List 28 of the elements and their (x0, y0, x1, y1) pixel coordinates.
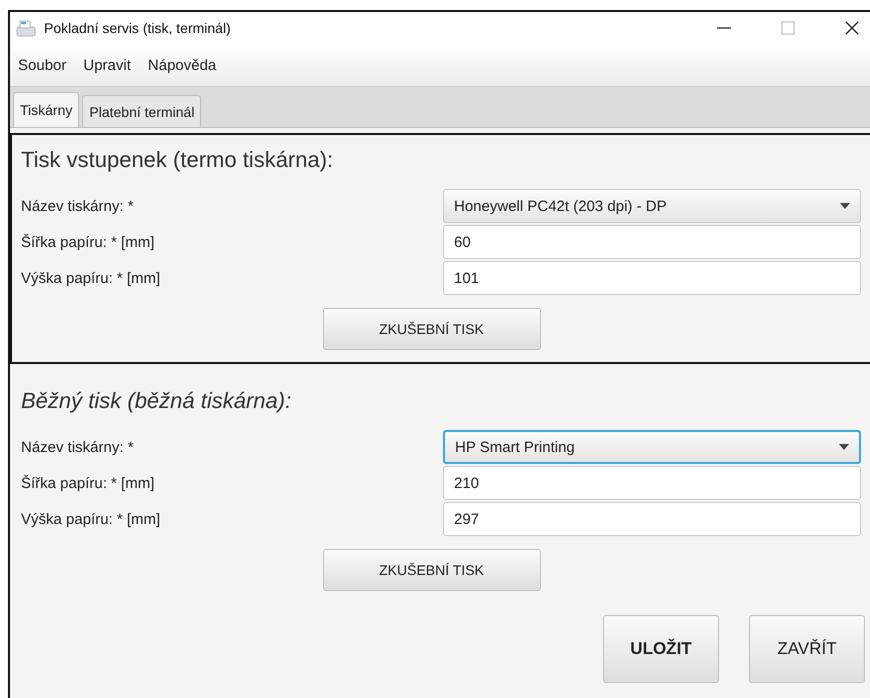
menu-item[interactable]: Upravit (83, 56, 131, 74)
printer-dropdown[interactable]: Honeywell PC42t (203 dpi) - DP (443, 189, 861, 223)
close-button[interactable]: ZAVŘÍT (749, 615, 865, 683)
input-field[interactable]: 60 (443, 225, 861, 259)
input-field[interactable]: 210 (443, 466, 861, 500)
dropdown-arrow-icon (839, 444, 849, 450)
test-print-button[interactable]: ZKUŠEBNÍ TISK (322, 308, 540, 350)
window-title: Pokladní servis (tisk, terminál) (44, 20, 231, 36)
field-label: Název tiskárny: * (21, 438, 135, 456)
input-field[interactable]: 101 (443, 261, 861, 295)
save-button[interactable]: ULOŽIT (603, 615, 719, 683)
tab[interactable]: Platební terminál (82, 95, 202, 127)
field-label: Šířka papíru: * [mm] (21, 234, 156, 250)
field-label: Výška papíru: * [mm] (21, 270, 162, 286)
printer-dropdown[interactable]: HP Smart Printing (443, 430, 861, 464)
tab[interactable]: Tiskárny (13, 92, 80, 127)
printer-icon (16, 19, 36, 37)
field-label: Název tiskárny: * (21, 198, 135, 214)
menu-item[interactable]: Nápověda (148, 56, 216, 74)
dropdown-arrow-icon (840, 203, 850, 209)
field-label: Šířka papíru: * [mm] (21, 474, 156, 492)
input-field[interactable]: 297 (443, 502, 861, 536)
field-label: Výška papíru: * [mm] (21, 510, 162, 528)
menu-item[interactable]: Soubor (18, 56, 66, 74)
section-title: Běžný tisk (běžná tiskárna): (21, 387, 292, 415)
test-print-button[interactable]: ZKUŠEBNÍ TISK (322, 549, 540, 591)
close-icon[interactable] (844, 20, 860, 36)
section-title: Tisk vstupenek (termo tiskárna): (21, 146, 334, 174)
